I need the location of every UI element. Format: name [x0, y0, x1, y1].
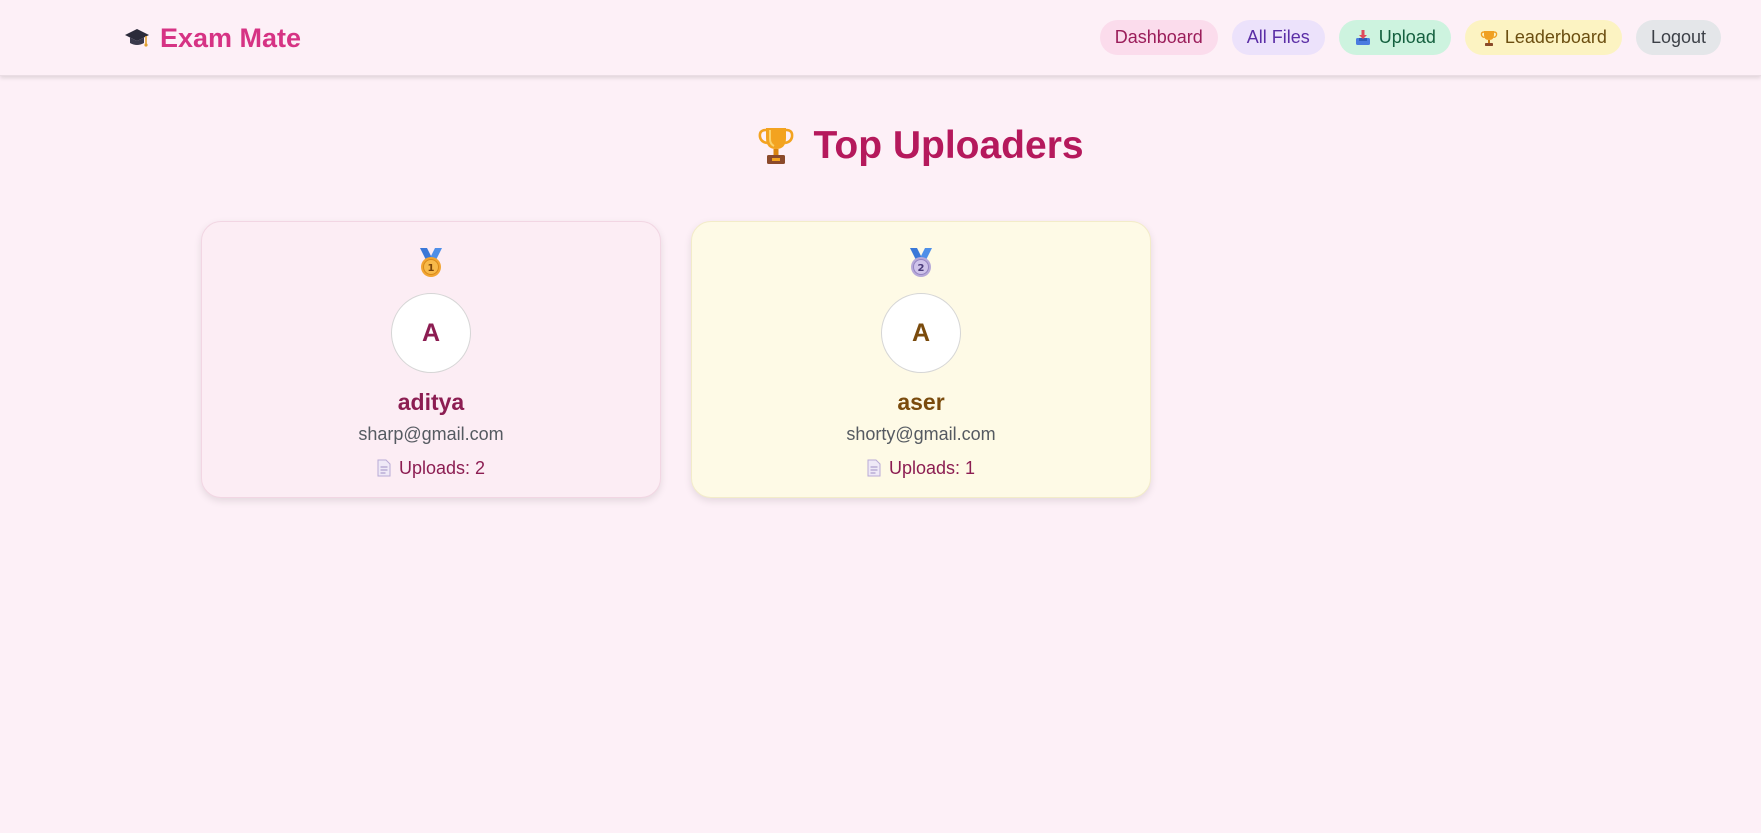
- uploader-email: sharp@gmail.com: [358, 424, 504, 444]
- inbox-tray-icon: [1355, 29, 1370, 45]
- avatar: A: [881, 293, 961, 373]
- brand[interactable]: Exam Mate: [124, 20, 301, 56]
- uploads-count: Uploads: 2: [377, 457, 485, 479]
- logout-label: Logout: [1650, 27, 1706, 47]
- first-place-medal-icon: 1: [420, 248, 442, 277]
- avatar: A: [391, 293, 471, 373]
- uploads-label: Uploads: 2: [398, 458, 486, 478]
- uploads-count: Uploads: 1: [867, 457, 975, 479]
- document-icon: [377, 459, 391, 477]
- document-icon: [867, 459, 881, 477]
- uploader-name: aser: [897, 389, 945, 415]
- nav-dashboard-label: Dashboard: [1114, 27, 1203, 47]
- nav-leaderboard-label: Leaderboard: [1504, 27, 1607, 47]
- page-title: Top Uploaders: [0, 124, 1761, 168]
- nav-menu: Dashboard All Files Upload Leaderboard L…: [1099, 20, 1721, 55]
- uploader-card: 1 A aditya sharp@gmail.com Uploads: 2: [201, 221, 661, 498]
- top-navbar: Exam Mate Dashboard All Files Upload Lea…: [0, 0, 1761, 76]
- uploader-name: aditya: [397, 389, 465, 415]
- uploader-email: shorty@gmail.com: [846, 424, 996, 444]
- uploads-label: Uploads: 1: [888, 458, 976, 478]
- nav-upload-button[interactable]: Upload: [1338, 20, 1451, 55]
- nav-all-files-label: All Files: [1246, 27, 1310, 47]
- nav-all-files-button[interactable]: All Files: [1231, 20, 1325, 55]
- medal-rank-label: 1: [428, 263, 435, 274]
- trophy-icon: [759, 128, 794, 164]
- brand-title: Exam Mate: [160, 22, 302, 53]
- nav-dashboard-button[interactable]: Dashboard: [1099, 20, 1218, 55]
- uploader-card: 2 A aser shorty@gmail.com Uploads: 1: [691, 221, 1151, 498]
- medal-rank-label: 2: [918, 263, 925, 274]
- nav-upload-label: Upload: [1378, 27, 1436, 47]
- trophy-icon: [1480, 30, 1498, 46]
- page-title-text: Top Uploaders: [813, 124, 1084, 167]
- nav-leaderboard-button[interactable]: Leaderboard: [1464, 20, 1622, 55]
- graduation-cap-icon: [125, 29, 149, 47]
- logout-button[interactable]: Logout: [1635, 20, 1721, 55]
- second-place-medal-icon: 2: [910, 248, 932, 277]
